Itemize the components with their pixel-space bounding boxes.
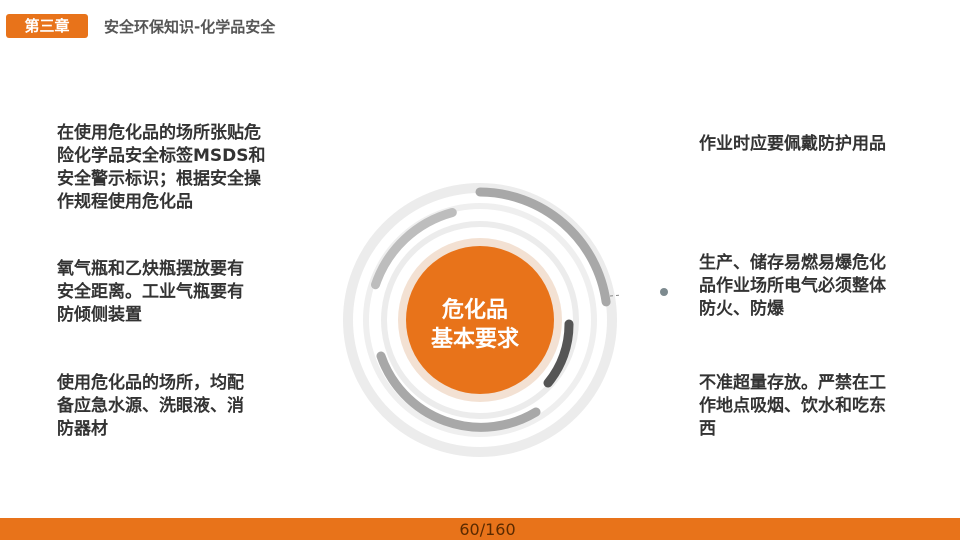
requirement-left-3: 使用危化品的场所，均配 备应急水源、洗眼液、消 防器材 xyxy=(57,373,244,439)
requirement-right-2: 生产、储存易燃易爆危化 品作业场所电气必须整体 防火、防爆 xyxy=(699,253,886,319)
requirement-right-1: 作业时应要佩戴防护用品 xyxy=(699,134,886,154)
center-label-line1: 危化品 xyxy=(441,298,508,323)
center-label-line2: 基本要求 xyxy=(430,327,519,352)
center-label: 危化品 基本要求 xyxy=(400,296,550,354)
requirement-right-3: 不准超量存放。严禁在工 作地点吸烟、饮水和吃东 西 xyxy=(699,373,886,439)
connector-dot xyxy=(660,288,668,296)
header-title: 安全环保知识-化学品安全 xyxy=(104,18,276,36)
page-number: 60/160 xyxy=(459,520,516,539)
requirement-left-1: 在使用危化品的场所张贴危 险化学品安全标签MSDS和 安全警示标识；根据安全操 … xyxy=(57,123,266,212)
requirement-left-2: 氧气瓶和乙炔瓶摆放要有 安全距离。工业气瓶要有 防倾侧装置 xyxy=(57,259,244,325)
chapter-badge: 第三章 xyxy=(6,14,88,38)
